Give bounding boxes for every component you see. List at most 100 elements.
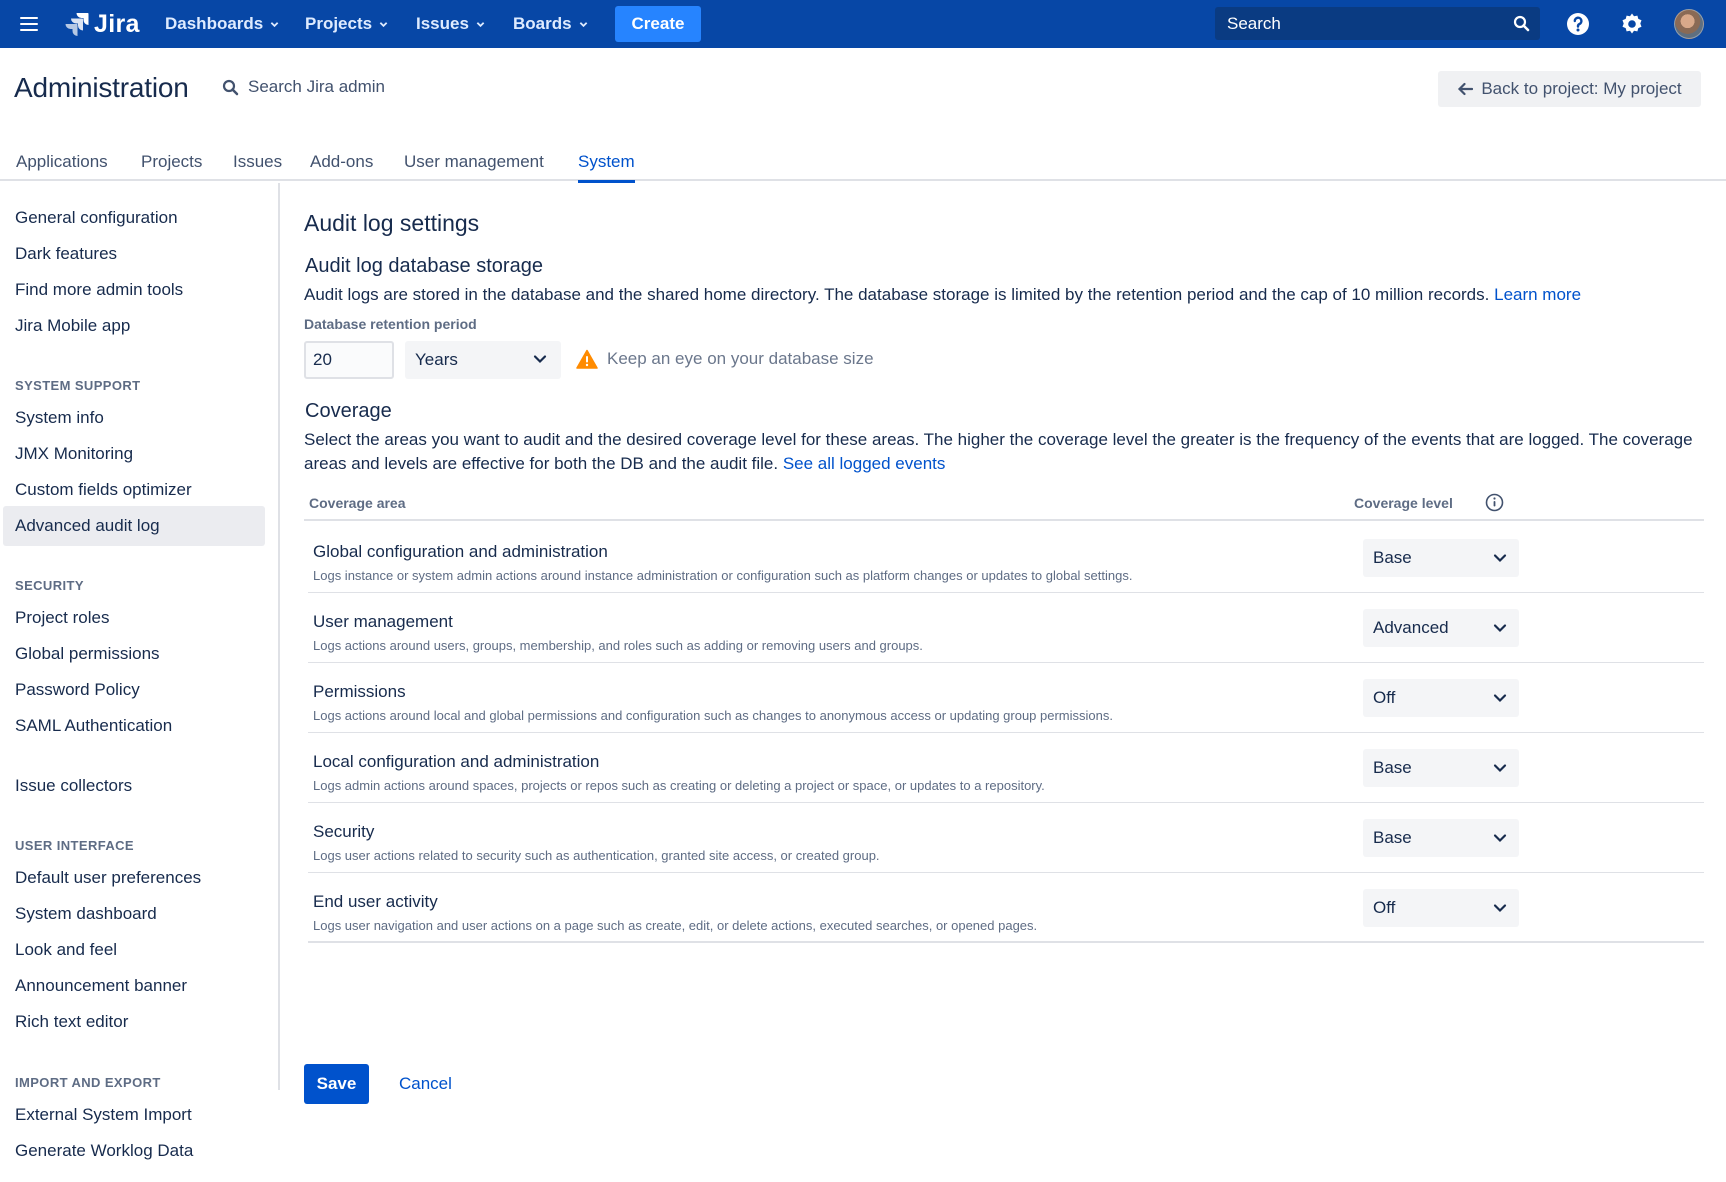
page-heading: Audit log settings bbox=[304, 210, 480, 236]
back-to-project-label: Back to project: My project bbox=[1481, 79, 1682, 98]
nav-projects[interactable]: Projects bbox=[305, 12, 388, 36]
table-row: Local configuration and administration L… bbox=[308, 733, 1704, 803]
chevron-down-icon bbox=[579, 21, 587, 27]
chevron-down-icon bbox=[533, 355, 547, 364]
coverage-area-title: Global configuration and administration bbox=[313, 542, 608, 561]
search-icon bbox=[222, 79, 239, 95]
chevron-down-icon bbox=[1493, 554, 1507, 563]
chevron-down-icon bbox=[476, 21, 485, 27]
learn-more-link[interactable]: Learn more bbox=[1494, 285, 1581, 304]
coverage-level-select[interactable]: Base bbox=[1363, 749, 1519, 787]
coverage-level-select[interactable]: Advanced bbox=[1363, 609, 1519, 647]
arrow-left-icon bbox=[1458, 82, 1474, 96]
tab-user-management[interactable]: User management bbox=[404, 152, 544, 181]
sidebar-item-generate-worklog-data[interactable]: Generate Worklog Data bbox=[3, 1131, 265, 1171]
storage-heading: Audit log database storage bbox=[305, 255, 543, 277]
column-coverage-level: Coverage level bbox=[1354, 495, 1453, 511]
chevron-down-icon bbox=[1493, 904, 1507, 913]
chevron-down-icon bbox=[270, 21, 279, 27]
sidebar-item-external-system-import[interactable]: External System Import bbox=[3, 1095, 265, 1135]
admin-search[interactable]: Search Jira admin bbox=[222, 77, 385, 97]
hamburger-menu-icon[interactable] bbox=[18, 13, 40, 35]
tab-issues[interactable]: Issues bbox=[233, 152, 282, 181]
see-all-logged-events-link[interactable]: See all logged events bbox=[783, 454, 946, 473]
sidebar-heading-import-export: IMPORT AND EXPORT bbox=[15, 1075, 161, 1090]
chevron-down-icon bbox=[379, 21, 388, 27]
coverage-area-description: Logs user navigation and user actions on… bbox=[313, 918, 1038, 933]
admin-search-label: Search Jira admin bbox=[248, 77, 386, 96]
sidebar-item-advanced-audit-log[interactable]: Advanced audit log bbox=[3, 506, 265, 546]
create-button[interactable]: Create bbox=[615, 6, 701, 42]
sidebar-item-custom-fields-optimizer[interactable]: Custom fields optimizer bbox=[3, 470, 265, 510]
coverage-level-select[interactable]: Off bbox=[1363, 889, 1519, 927]
coverage-description-paragraph: Select the areas you want to audit and t… bbox=[304, 428, 1704, 476]
admin-tabs: Applications Projects Issues Add-ons Use… bbox=[0, 148, 1726, 183]
warning-text: Keep an eye on your database size bbox=[607, 349, 874, 368]
tab-add-ons[interactable]: Add-ons bbox=[310, 152, 373, 181]
sidebar-item-password-policy[interactable]: Password Policy bbox=[3, 670, 265, 710]
user-avatar[interactable] bbox=[1674, 9, 1704, 39]
tab-applications[interactable]: Applications bbox=[16, 152, 108, 181]
table-row: End user activity Logs user navigation a… bbox=[308, 873, 1704, 943]
nav-issues[interactable]: Issues bbox=[416, 12, 485, 36]
coverage-level-value: Base bbox=[1373, 548, 1412, 567]
sidebar-heading-user-interface: USER INTERFACE bbox=[15, 838, 135, 853]
column-coverage-area: Coverage area bbox=[309, 495, 406, 511]
coverage-area-title: Security bbox=[313, 822, 375, 841]
table-row: Security Logs user actions related to se… bbox=[308, 803, 1704, 873]
sidebar-item-issue-collectors[interactable]: Issue collectors bbox=[3, 766, 265, 806]
tab-system[interactable]: System bbox=[578, 152, 635, 183]
tab-projects[interactable]: Projects bbox=[141, 152, 202, 181]
nav-boards-label: Boards bbox=[513, 14, 572, 33]
table-row: User management Logs actions around user… bbox=[308, 593, 1704, 663]
coverage-level-select[interactable]: Base bbox=[1363, 819, 1519, 857]
sidebar-item-project-roles[interactable]: Project roles bbox=[3, 598, 265, 638]
sidebar-item-general-configuration[interactable]: General configuration bbox=[3, 198, 265, 238]
coverage-description: Select the areas you want to audit and t… bbox=[304, 430, 1693, 473]
storage-description: Audit logs are stored in the database an… bbox=[304, 285, 1490, 304]
back-to-project-button[interactable]: Back to project: My project bbox=[1438, 71, 1701, 107]
coverage-area-title: User management bbox=[313, 612, 453, 631]
warning-icon bbox=[576, 349, 598, 369]
nav-projects-label: Projects bbox=[305, 14, 373, 33]
chevron-down-icon bbox=[1493, 764, 1507, 773]
search-icon[interactable] bbox=[1513, 15, 1530, 32]
coverage-level-select[interactable]: Off bbox=[1363, 679, 1519, 717]
sidebar-item-saml-authentication[interactable]: SAML Authentication bbox=[3, 706, 265, 746]
sidebar-item-system-info[interactable]: System info bbox=[3, 398, 265, 438]
retention-period-input[interactable] bbox=[304, 341, 394, 379]
sidebar-item-dark-features[interactable]: Dark features bbox=[3, 234, 265, 274]
sidebar-item-system-dashboard[interactable]: System dashboard bbox=[3, 894, 265, 934]
coverage-level-value: Off bbox=[1373, 688, 1396, 707]
sidebar-item-find-more-admin-tools[interactable]: Find more admin tools bbox=[3, 270, 265, 310]
sidebar-item-look-and-feel[interactable]: Look and feel bbox=[3, 930, 265, 970]
database-size-warning: Keep an eye on your database size bbox=[576, 349, 874, 369]
coverage-area-description: Logs actions around local and global per… bbox=[313, 708, 1113, 723]
sidebar-item-announcement-banner[interactable]: Announcement banner bbox=[3, 966, 265, 1006]
coverage-level-select[interactable]: Base bbox=[1363, 539, 1519, 577]
nav-issues-label: Issues bbox=[416, 14, 469, 33]
top-navigation-bar: Jira Dashboards Projects Issues Boards C… bbox=[0, 0, 1726, 48]
coverage-area-description: Logs admin actions around spaces, projec… bbox=[313, 778, 1045, 793]
cancel-button[interactable]: Cancel bbox=[389, 1064, 462, 1104]
nav-dashboards-label: Dashboards bbox=[165, 14, 264, 33]
sidebar-item-rich-text-editor[interactable]: Rich text editor bbox=[3, 1002, 265, 1042]
settings-gear-icon[interactable] bbox=[1619, 11, 1645, 37]
save-button[interactable]: Save bbox=[304, 1064, 369, 1104]
info-icon[interactable] bbox=[1485, 493, 1504, 512]
sidebar-item-jira-mobile-app[interactable]: Jira Mobile app bbox=[3, 306, 265, 346]
global-search-input[interactable] bbox=[1227, 13, 1507, 34]
coverage-level-value: Base bbox=[1373, 758, 1412, 777]
jira-logo[interactable]: Jira bbox=[64, 8, 140, 40]
jira-logo-icon bbox=[65, 13, 89, 36]
nav-boards[interactable]: Boards bbox=[513, 12, 588, 36]
coverage-area-title: End user activity bbox=[313, 892, 438, 911]
chevron-down-icon bbox=[1493, 834, 1507, 843]
sidebar-item-jmx-monitoring[interactable]: JMX Monitoring bbox=[3, 434, 265, 474]
help-icon[interactable] bbox=[1565, 11, 1591, 37]
global-search[interactable] bbox=[1215, 7, 1540, 40]
nav-dashboards[interactable]: Dashboards bbox=[165, 12, 279, 36]
sidebar-item-default-user-preferences[interactable]: Default user preferences bbox=[3, 858, 265, 898]
retention-unit-select[interactable]: Years bbox=[405, 341, 561, 379]
sidebar-item-global-permissions[interactable]: Global permissions bbox=[3, 634, 265, 674]
